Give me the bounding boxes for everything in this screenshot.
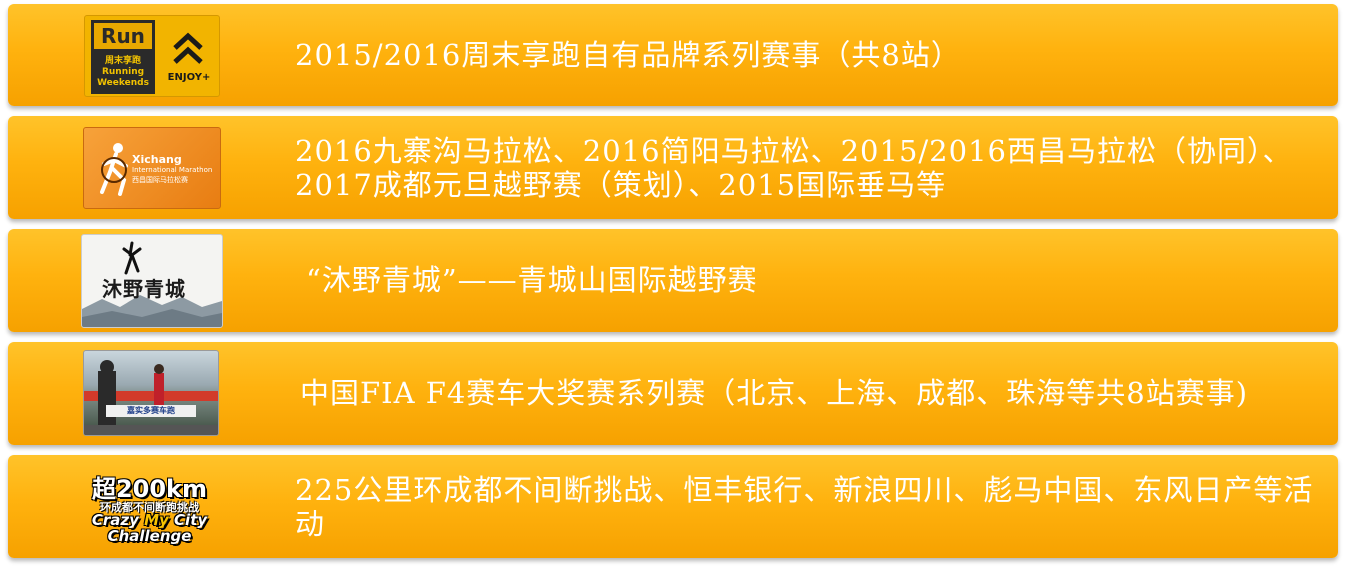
event-text: 225公里环成都不间断挑战、恒丰银行、新浪四川、彪马中国、东风日产等活动 — [295, 473, 1314, 541]
event-row-other-activities: 超200km 环成都不间断跑挑战 Crazy My City Challenge… — [8, 455, 1338, 558]
crazy-my-city-logo: 超200km 环成都不间断跑挑战 Crazy My City Challenge — [77, 465, 222, 549]
logo-subtitle-cn: 西昌国际马拉松赛 — [132, 176, 188, 184]
logo-title: 沐野青城 — [102, 277, 186, 301]
logo-title: Xichang — [132, 153, 182, 166]
event-row-weekend-runs: Run 周末享跑 Running Weekends ENJOY+ 2015/20… — [8, 4, 1338, 106]
race-banner: 嘉实多赛车跑 — [106, 405, 196, 417]
runner-icon — [100, 143, 128, 196]
event-row-qingcheng: 沐野青城 “沐野青城”——青城山国际越野赛 — [8, 229, 1338, 332]
event-text: 2015/2016周末享跑自有品牌系列赛事（共8站） — [295, 38, 961, 72]
logo-subtitle-en: International Marathon — [132, 166, 213, 174]
event-text: 中国FIA F4赛车大奖赛系列赛（北京、上海、成都、珠海等共8站赛事) — [300, 376, 1249, 410]
event-row-marathons: Xichang International Marathon 西昌国际马拉松赛 … — [8, 116, 1338, 219]
logo-run-text: Run — [94, 23, 152, 49]
logo-line3: Crazy My City — [77, 513, 222, 528]
figure-icon — [122, 241, 142, 275]
logo-line4: Challenge — [107, 527, 192, 545]
photo-figures-icon — [84, 360, 218, 435]
xichang-marathon-logo: Xichang International Marathon 西昌国际马拉松赛 — [83, 127, 221, 209]
logo-brand-en1: Running — [101, 67, 145, 77]
event-text: 2016九寨沟马拉松、2016简阳马拉松、2015/2016西昌马拉松（协同）、… — [295, 134, 1293, 202]
event-text: “沐野青城”——青城山国际越野赛 — [306, 263, 758, 297]
chevron-up-icon — [173, 32, 203, 64]
logo-enjoy-text: ENJOY+ — [167, 72, 211, 83]
logo-brand-text: 周末享跑 Running Weekends — [91, 56, 155, 89]
logo-brand-en2: Weekends — [97, 78, 149, 88]
f4-race-photo: 嘉实多赛车跑 — [83, 350, 219, 436]
muye-qingcheng-logo: 沐野青城 — [81, 234, 223, 328]
event-row-f4-race: 嘉实多赛车跑 中国FIA F4赛车大奖赛系列赛（北京、上海、成都、珠海等共8站赛… — [8, 342, 1338, 445]
running-weekends-logo: Run 周末享跑 Running Weekends ENJOY+ — [84, 15, 220, 97]
logo-brand-cn: 周末享跑 — [104, 56, 141, 66]
